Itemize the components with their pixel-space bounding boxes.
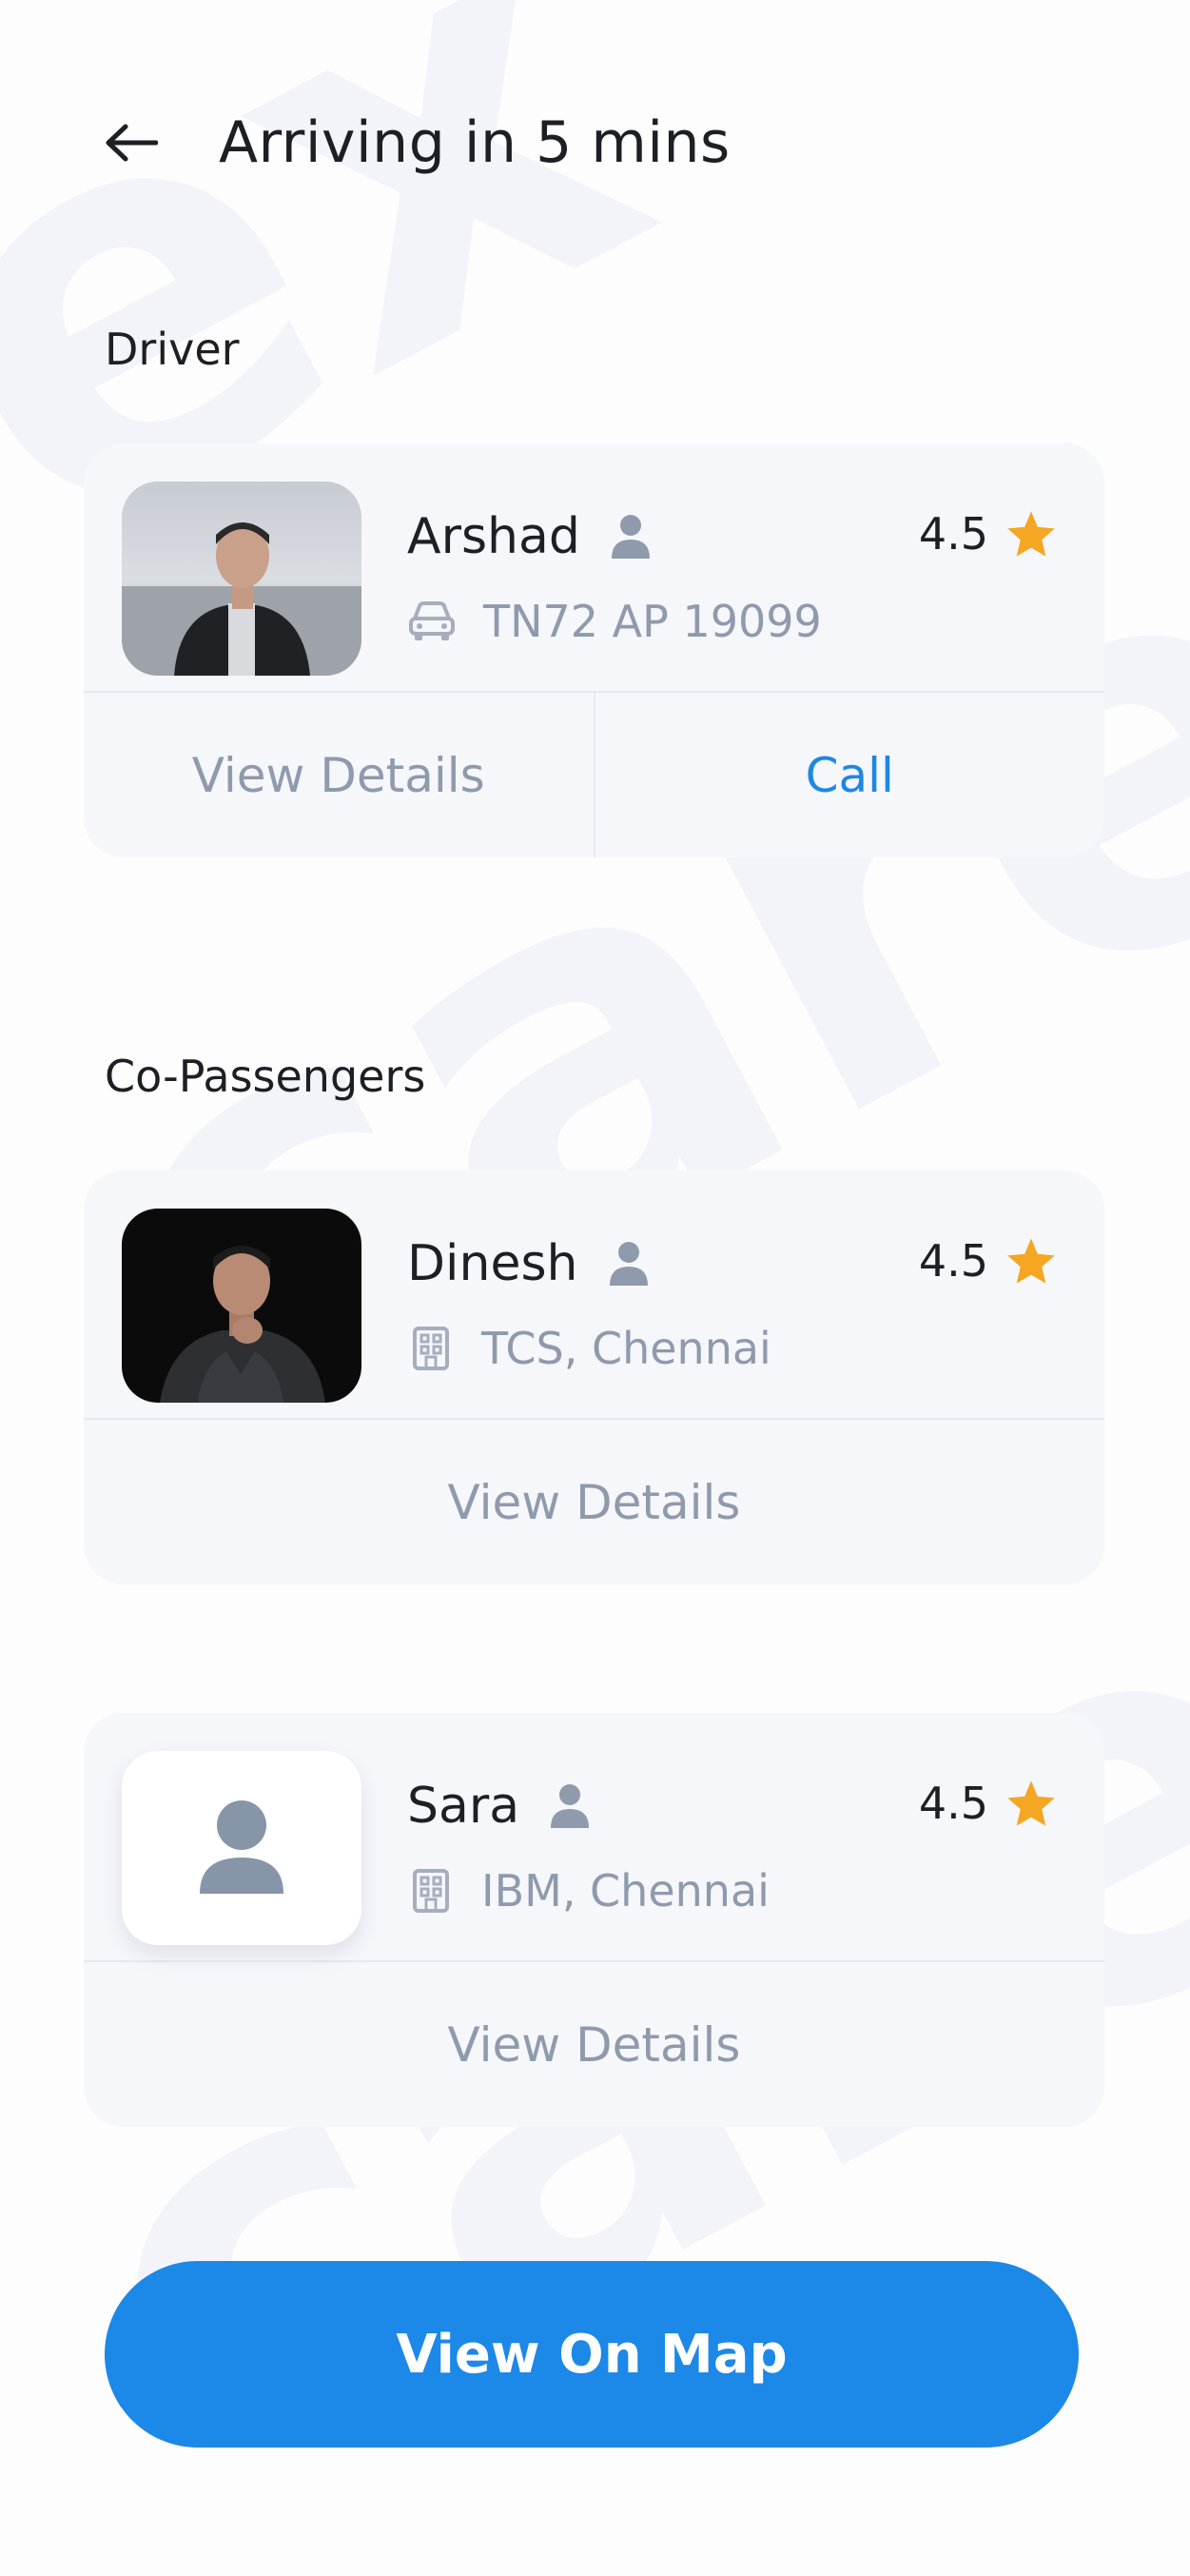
call-button[interactable]: Call <box>593 693 1105 857</box>
co-passenger-name-text: Sara <box>407 1778 520 1835</box>
back-button[interactable] <box>105 109 171 176</box>
co-passenger-card: Sara IBM, Chennai 4.5 View Details <box>84 1713 1104 2127</box>
company-text: TCS, Chennai <box>481 1323 771 1374</box>
driver-avatar[interactable] <box>122 482 361 676</box>
page-title: Arriving in 5 mins <box>219 109 731 176</box>
driver-card: Arshad TN72 AP 19099 4.5 View Details Ca… <box>84 443 1104 857</box>
user-icon <box>548 1782 592 1830</box>
co-passengers-section-title: Co-Passengers <box>105 1051 426 1102</box>
header: Arriving in 5 mins <box>105 100 731 186</box>
co-passenger-rating: 4.5 <box>919 1778 1057 1829</box>
co-passenger-company: IBM, Chennai <box>407 1865 770 1917</box>
driver-view-details-button[interactable]: View Details <box>84 693 594 857</box>
driver-rating-value: 4.5 <box>918 508 988 560</box>
driver-actions: View Details Call <box>84 691 1104 857</box>
building-icon <box>407 1325 455 1372</box>
screen: ex carex carex Arriving in 5 mins Driver <box>0 0 1190 2576</box>
co-passenger-company: TCS, Chennai <box>407 1323 771 1374</box>
building-icon <box>407 1867 455 1915</box>
vehicle-number: TN72 AP 19099 <box>483 596 822 647</box>
co-passenger-name: Sara <box>407 1778 592 1835</box>
co-passenger-card: Dinesh TCS, Chennai 4.5 View Details <box>84 1170 1104 1584</box>
co-passenger-view-details-button[interactable]: View Details <box>84 1420 1104 1584</box>
car-icon <box>407 600 457 643</box>
driver-name: Arshad <box>407 508 653 565</box>
driver-rating: 4.5 <box>919 508 1057 560</box>
star-icon <box>1005 509 1057 559</box>
back-arrow-icon <box>106 124 158 162</box>
co-passenger-name-text: Dinesh <box>407 1235 578 1292</box>
avatar-placeholder-icon <box>200 1800 283 1894</box>
star-icon <box>1005 1236 1057 1286</box>
co-passenger-actions: View Details <box>84 1960 1104 2127</box>
co-passenger-rating-value: 4.5 <box>918 1235 988 1287</box>
user-icon <box>609 513 653 560</box>
co-passenger-view-details-button[interactable]: View Details <box>84 1962 1104 2127</box>
co-passenger-avatar-placeholder[interactable] <box>122 1751 361 1945</box>
co-passenger-rating: 4.5 <box>919 1235 1057 1287</box>
view-on-map-button[interactable]: View On Map <box>105 2261 1079 2448</box>
user-icon <box>607 1240 651 1288</box>
driver-name-text: Arshad <box>407 508 580 565</box>
co-passenger-name: Dinesh <box>407 1235 651 1292</box>
driver-section-title: Driver <box>105 324 240 375</box>
co-passenger-actions: View Details <box>84 1418 1104 1584</box>
co-passenger-avatar[interactable] <box>122 1209 361 1403</box>
star-icon <box>1005 1779 1057 1828</box>
driver-vehicle: TN72 AP 19099 <box>407 596 822 647</box>
company-text: IBM, Chennai <box>481 1865 770 1917</box>
co-passenger-rating-value: 4.5 <box>918 1778 988 1829</box>
